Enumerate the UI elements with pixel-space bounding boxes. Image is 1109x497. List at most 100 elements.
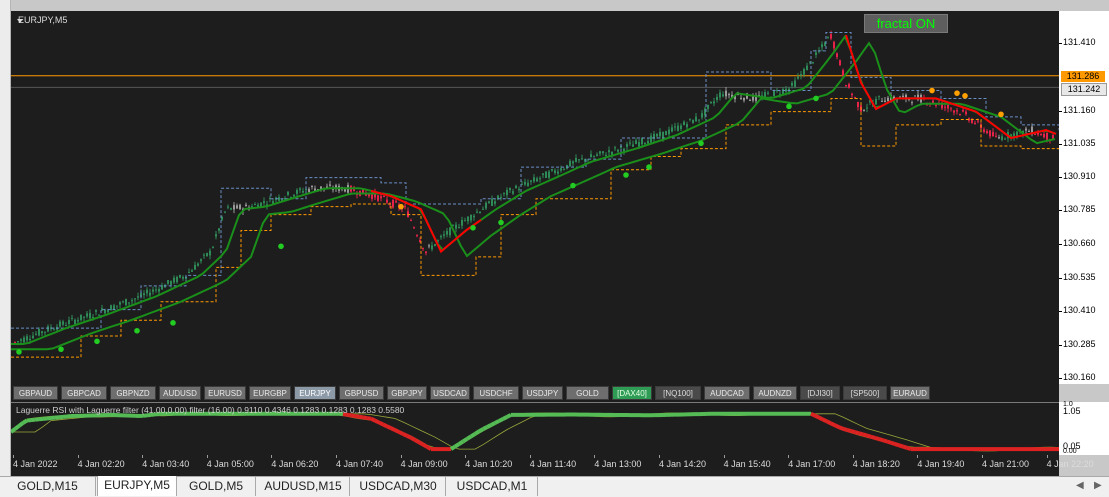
candle-body [74, 320, 76, 324]
symbol-button-audnzd[interactable]: AUDNZD [753, 386, 797, 400]
symbol-button-nq100[interactable]: [NQ100] [655, 386, 701, 400]
candle-body [1025, 129, 1027, 131]
candle-body [848, 84, 850, 88]
candle-body [821, 44, 823, 47]
chart-tab-gold-m15[interactable]: GOLD,M15 [0, 477, 96, 496]
candle-body [986, 131, 988, 133]
candle-body [1028, 131, 1030, 132]
fractal-down-dot [623, 172, 629, 178]
laguerre-rsi-segment [815, 416, 819, 418]
symbol-button-audusd[interactable]: AUDUSD [159, 386, 201, 400]
price-tick-mark [1059, 210, 1062, 211]
laguerre-rsi-segment [507, 415, 511, 417]
laguerre-rsi-segment [351, 415, 355, 416]
symbol-button-usdjpy[interactable]: USDJPY [522, 386, 563, 400]
symbol-button-gbpnzd[interactable]: GBPNZD [110, 386, 156, 400]
time-label: 4 Jan 07:40 [336, 459, 383, 469]
indicator-axis[interactable]: 1.0 1.05 0.05 0.00 [1059, 402, 1109, 455]
candle-body [128, 302, 130, 303]
candle-body [167, 280, 169, 284]
symbol-button-euraud[interactable]: EURAUD [890, 386, 930, 400]
candle-body [845, 85, 847, 86]
chart-tab-audusd-m15[interactable]: AUDUSD,M15 [257, 477, 350, 496]
fractal-down-dot [170, 320, 176, 326]
symbol-button-eurjpy[interactable]: EURJPY [294, 386, 336, 400]
candle-body [536, 178, 538, 181]
candle-body [416, 235, 418, 236]
symbol-button-dji30[interactable]: [DJI30] [800, 386, 840, 400]
fractal-down-dot [646, 164, 652, 170]
laguerre-rsi-segment [463, 439, 467, 442]
price-chart[interactable] [11, 11, 1059, 384]
symbol-button-sp500[interactable]: [SP500] [843, 386, 887, 400]
symbol-button-audcad[interactable]: AUDCAD [704, 386, 750, 400]
candle-body [53, 329, 55, 330]
laguerre-rsi-segment [499, 419, 503, 421]
candle-body [641, 138, 643, 144]
candle-body [740, 98, 742, 99]
chart-tab-eurjpy-m5[interactable]: EURJPY,M5 [97, 476, 177, 496]
candle-body [995, 136, 997, 137]
tab-scroll-left-icon[interactable]: ◀ [1076, 480, 1084, 491]
candle-body [614, 147, 616, 148]
candle-body [215, 234, 217, 236]
candle-body [710, 102, 712, 103]
candle-body [182, 277, 184, 279]
chart-tab-gold-m5[interactable]: GOLD,M5 [177, 477, 256, 496]
candle-body [200, 259, 202, 261]
candle-body [92, 317, 94, 318]
symbol-button-usdchf[interactable]: USDCHF [473, 386, 519, 400]
candle-body [518, 189, 520, 190]
time-tick-mark [13, 455, 14, 458]
price-tick: 130.285 [1063, 339, 1096, 350]
price-chart-canvas[interactable] [11, 11, 1059, 384]
symbol-button-usdcad[interactable]: USDCAD [430, 386, 470, 400]
laguerre-rsi-segment [467, 436, 471, 439]
left-panel-edge[interactable] [0, 0, 11, 476]
time-axis[interactable]: 4 Jan 20224 Jan 02:204 Jan 03:404 Jan 05… [11, 455, 1059, 476]
symbol-button-dax40[interactable]: [DAX40] [612, 386, 652, 400]
symbol-button-eurusd[interactable]: EURUSD [204, 386, 246, 400]
time-label: 4 Jan 19:40 [917, 459, 964, 469]
time-tick-mark [1047, 455, 1048, 458]
candle-body [959, 114, 961, 115]
symbol-button-eurgbp[interactable]: EURGBP [249, 386, 291, 400]
laguerre-rsi-segment [495, 421, 499, 423]
chart-tab-bar: ◀ ▶ GOLD,M15EURJPY,M5GOLD,M5AUDUSD,M15US… [0, 476, 1109, 497]
candle-body [515, 186, 517, 188]
laguerre-rsi-segment [15, 426, 19, 429]
fractal-toggle-button[interactable]: fractal ON [864, 14, 948, 33]
candle-body [725, 91, 727, 97]
candle-body [659, 132, 661, 136]
tab-scroll-right-icon[interactable]: ▶ [1094, 480, 1102, 491]
symbol-button-gold[interactable]: GOLD [566, 386, 609, 400]
candle-body [671, 127, 673, 131]
candle-body [608, 150, 610, 152]
fractal-down-dot [813, 96, 819, 102]
symbol-button-gbpjpy[interactable]: GBPJPY [387, 386, 427, 400]
time-tick-mark [465, 455, 466, 458]
candle-body [581, 158, 583, 159]
candle-body [998, 137, 1000, 138]
indicator-tick-high: 1.05 [1063, 406, 1081, 416]
chart-tab-usdcad-m30[interactable]: USDCAD,M30 [351, 477, 446, 496]
price-axis[interactable]: 131.410131.160131.035130.910130.785130.6… [1059, 11, 1109, 384]
symbol-button-gbpusd[interactable]: GBPUSD [339, 386, 384, 400]
candle-body [617, 150, 619, 152]
candle-body [227, 207, 229, 208]
symbol-button-gbpcad[interactable]: GBPCAD [61, 386, 107, 400]
laguerre-rsi-segment [879, 439, 883, 440]
price-tick: 131.410 [1063, 37, 1096, 48]
candle-body [524, 182, 526, 185]
laguerre-rsi-segment [491, 423, 495, 425]
laguerre-rsi-segment [11, 429, 15, 432]
candle-body [950, 108, 952, 109]
price-tick-mark [1059, 278, 1062, 279]
fractal-down-dot [278, 243, 284, 249]
candle-body [233, 205, 235, 209]
candle-body [1034, 134, 1036, 135]
laguerre-rsi-segment [503, 417, 507, 419]
laguerre-rsi-segment [387, 426, 391, 428]
chart-tab-usdcad-m1[interactable]: USDCAD,M1 [447, 477, 538, 496]
symbol-button-gbpaud[interactable]: GBPAUD [13, 386, 58, 400]
